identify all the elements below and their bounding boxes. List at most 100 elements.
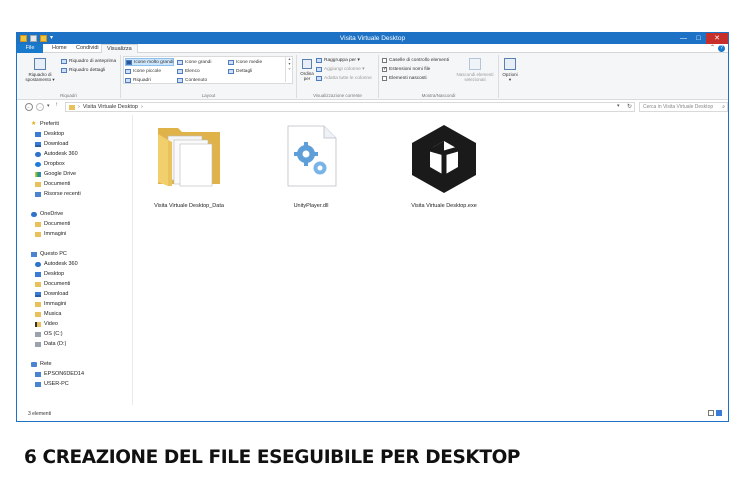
- tab-home[interactable]: Home: [47, 44, 72, 53]
- nav-onedrive[interactable]: OneDrive: [31, 211, 63, 217]
- fit-columns-label: Adatta tutte le colonne: [324, 75, 372, 81]
- large-icons-view-icon[interactable]: [716, 410, 722, 416]
- chevron-right-icon[interactable]: ›: [141, 104, 143, 110]
- item-checkboxes-toggle[interactable]: Caselle di controllo elementi: [382, 56, 449, 64]
- navigation-pane-button[interactable]: Riquadro di spostamento ▾: [21, 58, 59, 82]
- chevron-right-icon[interactable]: ›: [78, 104, 80, 110]
- content-icon: [177, 77, 183, 83]
- nav-item[interactable]: Musica: [35, 311, 61, 317]
- nav-item[interactable]: Download: [35, 291, 68, 297]
- address-field[interactable]: › Visita Virtuale Desktop ›: [65, 102, 635, 112]
- details-pane-button[interactable]: Riquadro dettagli: [61, 66, 105, 74]
- nav-item[interactable]: Immagini: [35, 231, 66, 237]
- nav-label: Autodesk 360: [44, 151, 78, 157]
- options-button[interactable]: Opzioni ▾: [501, 58, 519, 82]
- sort-by-button[interactable]: Ordina per: [299, 59, 315, 81]
- file-extensions-label: Estensioni nomi file: [389, 66, 431, 72]
- up-arrow-icon[interactable]: ↑: [55, 102, 58, 108]
- hide-selected-label: Nascondi elementi selezionati: [456, 72, 494, 82]
- nav-item[interactable]: Data (D:): [35, 341, 66, 347]
- nav-item[interactable]: Autodesk 360: [35, 151, 78, 157]
- layout-gallery-scroll[interactable]: ▴ ▾ ▿: [285, 56, 293, 82]
- layout-option-small[interactable]: Icone piccole: [125, 67, 161, 75]
- layout-option-medium[interactable]: Icone medie: [228, 58, 262, 66]
- layout-option-large[interactable]: Icone grandi: [177, 58, 211, 66]
- layout-option-details[interactable]: Dettagli: [228, 67, 252, 75]
- item-checkboxes-checkbox[interactable]: [382, 57, 387, 63]
- minimize-button[interactable]: —: [676, 33, 691, 44]
- nav-label: Preferiti: [40, 121, 59, 127]
- nav-this-pc[interactable]: Questo PC: [31, 251, 67, 257]
- layout-option-list[interactable]: Elenco: [177, 67, 200, 75]
- nav-label: Immagini: [44, 301, 67, 307]
- breadcrumb-item[interactable]: Visita Virtuale Desktop: [83, 104, 138, 110]
- nav-item[interactable]: Desktop: [35, 271, 64, 277]
- nav-item[interactable]: Documenti: [35, 181, 70, 187]
- nav-item[interactable]: Immagini: [35, 301, 66, 307]
- title-bar: ▾ Visita Virtuale Desktop — □ ✕: [17, 33, 728, 44]
- layout-option-tiles[interactable]: Riquadri: [125, 76, 151, 84]
- file-item-folder[interactable]: Visita Virtuale Desktop_Data: [134, 115, 244, 225]
- group-label-current-view: Visualizzazione corrente: [313, 93, 362, 98]
- nav-label: Rete: [40, 361, 52, 367]
- view-switcher: [708, 410, 722, 416]
- file-extensions-checkbox[interactable]: [382, 66, 387, 72]
- computer-icon: [31, 251, 37, 257]
- nav-item[interactable]: Dropbox: [35, 161, 65, 167]
- details-view-icon[interactable]: [708, 410, 714, 416]
- search-icon[interactable]: ⌕: [722, 103, 725, 111]
- window-controls: — □ ✕: [676, 33, 728, 44]
- layout-option-content[interactable]: Contenuto: [177, 76, 207, 84]
- file-extensions-toggle[interactable]: Estensioni nomi file: [382, 65, 430, 73]
- refresh-icon[interactable]: ↻: [627, 103, 632, 110]
- dropbox-icon: [35, 161, 41, 167]
- status-bar: 3 elementi: [17, 409, 728, 419]
- nav-item[interactable]: USER-PC: [35, 381, 69, 387]
- item-checkboxes-label: Caselle di controllo elementi: [389, 57, 449, 63]
- nav-item[interactable]: Autodesk 360: [35, 261, 78, 267]
- nav-label: Data (D:): [44, 341, 67, 347]
- search-input[interactable]: Cerca in Visita Virtuale Desktop ⌕: [639, 102, 728, 112]
- nav-item[interactable]: Documenti: [35, 281, 70, 287]
- file-item-dll[interactable]: UnityPlayer.dll: [256, 115, 366, 225]
- nav-item[interactable]: EPSON6DED14: [35, 371, 84, 377]
- forward-button[interactable]: →: [36, 103, 44, 111]
- documents-icon: [35, 281, 41, 287]
- tab-file[interactable]: File: [17, 44, 43, 53]
- recent-locations-icon[interactable]: ▾: [47, 103, 50, 109]
- back-button[interactable]: ←: [25, 103, 33, 111]
- file-item-exe[interactable]: Visita Virtuale Desktop.exe: [389, 115, 499, 225]
- nav-label: Desktop: [44, 271, 65, 277]
- nav-item[interactable]: OS (C:): [35, 331, 63, 337]
- chevron-up-icon[interactable]: ⌃: [710, 44, 715, 53]
- tab-share[interactable]: Condividi: [71, 44, 104, 53]
- folder-icon: [69, 104, 75, 110]
- hide-selected-button[interactable]: Nascondi elementi selezionati: [455, 58, 495, 82]
- add-columns-button[interactable]: Aggiungi colonne ▾: [316, 65, 365, 73]
- hidden-items-checkbox[interactable]: [382, 75, 387, 81]
- nav-item[interactable]: Google Drive: [35, 171, 76, 177]
- nav-item[interactable]: Video: [35, 321, 58, 327]
- maximize-button[interactable]: □: [691, 33, 706, 44]
- nav-favorites[interactable]: ★ Preferiti: [31, 121, 59, 128]
- nav-item[interactable]: Documenti: [35, 221, 70, 227]
- ribbon: Riquadro di spostamento ▾ Riquadro di an…: [17, 53, 728, 100]
- group-by-button[interactable]: Raggruppa per ▾: [316, 56, 360, 64]
- details-icon: [228, 68, 234, 74]
- fit-columns-button[interactable]: Adatta tutte le colonne: [316, 74, 372, 82]
- layout-option-extra-large[interactable]: Icone molto grandi: [125, 58, 175, 66]
- nav-item[interactable]: Risorse recenti: [35, 191, 81, 197]
- help-icon[interactable]: ?: [718, 45, 725, 52]
- nav-item[interactable]: Download: [35, 141, 68, 147]
- google-drive-icon: [35, 171, 41, 177]
- address-dropdown-icon[interactable]: ▾: [617, 103, 620, 109]
- nav-network[interactable]: Rete: [31, 361, 52, 367]
- close-button[interactable]: ✕: [706, 33, 728, 44]
- nav-label: USER-PC: [44, 381, 69, 387]
- file-list: Visita Virtuale Desktop_Data UnityPlayer…: [134, 115, 728, 405]
- preview-pane-button[interactable]: Riquadro di anteprima: [61, 57, 116, 65]
- hidden-items-toggle[interactable]: Elementi nascosti: [382, 74, 427, 82]
- nav-item[interactable]: Desktop: [35, 131, 64, 137]
- group-by-label: Raggruppa per: [324, 57, 357, 63]
- nav-label: Documenti: [44, 221, 71, 227]
